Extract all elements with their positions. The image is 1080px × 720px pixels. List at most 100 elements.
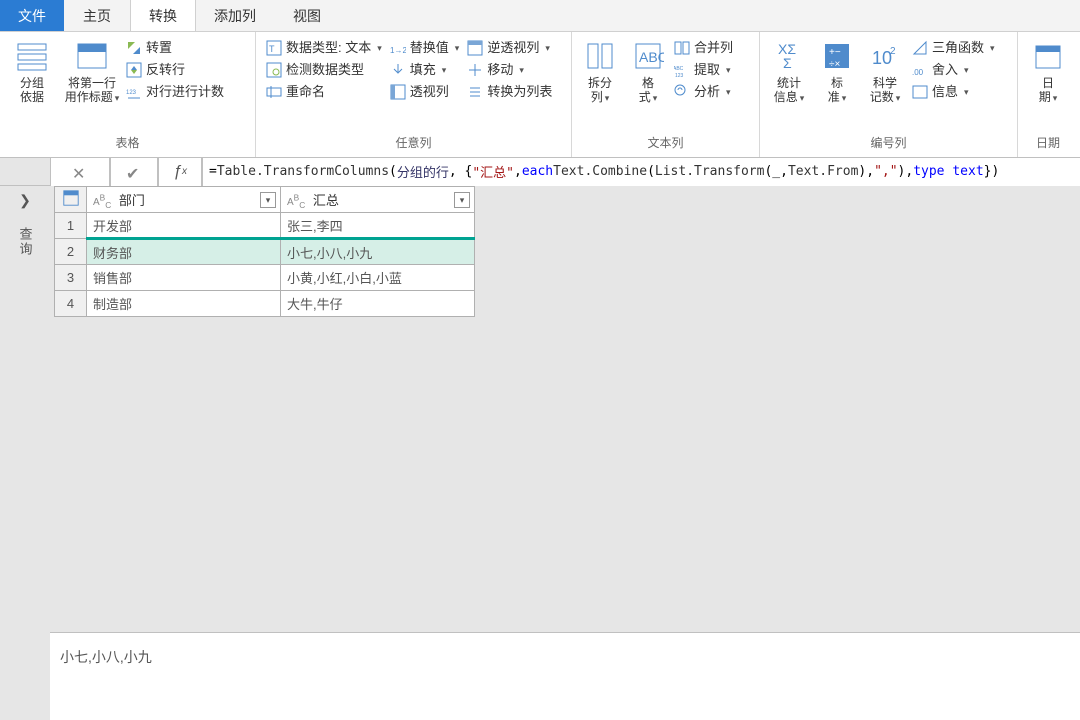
tolist-button[interactable]: 转换为列表 bbox=[467, 84, 552, 100]
row-header[interactable]: 2 bbox=[55, 239, 87, 265]
stats-button[interactable]: XΣΣ 统计 信息▾ bbox=[764, 34, 814, 105]
dropdown-icon: ▾ bbox=[990, 40, 995, 56]
splitcol-button[interactable]: 拆分 列▾ bbox=[576, 34, 624, 105]
row-header[interactable]: 4 bbox=[55, 291, 87, 317]
column-type-tag: ABC bbox=[287, 197, 305, 208]
queries-panel-collapsed[interactable]: ❯ 查询 bbox=[0, 186, 50, 720]
svg-text:.00: .00 bbox=[912, 68, 924, 77]
dropdown-icon: ▾ bbox=[1053, 93, 1058, 103]
rename-button[interactable]: 重命名 bbox=[266, 84, 382, 100]
cancel-icon[interactable]: ✕ bbox=[72, 164, 88, 180]
svg-text:ABC: ABC bbox=[674, 66, 684, 72]
group-anycol-label: 任意列 bbox=[260, 131, 567, 157]
pivot-button[interactable]: 透视列 bbox=[390, 84, 460, 100]
svg-text:1→2: 1→2 bbox=[390, 46, 406, 55]
select-all-corner[interactable] bbox=[55, 187, 87, 213]
format-button[interactable]: ABC 格 式▾ bbox=[624, 34, 672, 105]
svg-text:Σ: Σ bbox=[783, 55, 792, 71]
dropdown-icon: ▾ bbox=[519, 62, 524, 78]
datatype-button[interactable]: T数据类型: 文本▾ bbox=[266, 40, 382, 56]
dropdown-icon: ▾ bbox=[896, 93, 901, 103]
column-header-summary[interactable]: ABC 汇总 ▾ bbox=[281, 187, 475, 213]
unpivot-button[interactable]: 逆透视列▾ bbox=[467, 40, 552, 56]
cell[interactable]: 小七,小八,小九 bbox=[281, 239, 475, 265]
dropdown-icon: ▾ bbox=[800, 93, 805, 103]
dropdown-icon: ▾ bbox=[726, 62, 731, 78]
extract-icon: ABC123 bbox=[674, 62, 690, 78]
standard-button[interactable]: +−÷× 标 准▾ bbox=[814, 34, 860, 105]
standard-icon: +−÷× bbox=[821, 40, 853, 72]
group-table-label: 表格 bbox=[4, 131, 251, 157]
tab-file[interactable]: 文件 bbox=[0, 0, 65, 31]
svg-text:123: 123 bbox=[675, 73, 684, 78]
dropdown-icon: ▾ bbox=[442, 62, 447, 78]
row-header[interactable]: 1 bbox=[55, 213, 87, 239]
formula-bar: ✕ ✔ ƒx = Table.TransformColumns( 分组的行, {… bbox=[0, 158, 1080, 186]
transpose-icon bbox=[126, 40, 142, 56]
replacevalues-icon: 1→2 bbox=[390, 40, 406, 56]
transpose-button[interactable]: 转置 bbox=[126, 40, 224, 56]
confirm-icon[interactable]: ✔ bbox=[126, 164, 142, 180]
row-header[interactable]: 3 bbox=[55, 265, 87, 291]
cell[interactable]: 财务部 bbox=[87, 239, 281, 265]
countrows-button[interactable]: 123对行进行计数 bbox=[126, 84, 224, 100]
usefirstrow-icon bbox=[76, 40, 108, 72]
column-header-dept[interactable]: ABC 部门 ▾ bbox=[87, 187, 281, 213]
group-textcol-label: 文本列 bbox=[576, 131, 755, 157]
cell[interactable]: 销售部 bbox=[87, 265, 281, 291]
dropdown-icon: ▾ bbox=[653, 93, 658, 103]
format-icon: ABC bbox=[632, 40, 664, 72]
cell[interactable]: 小黄,小红,小白,小蓝 bbox=[281, 265, 475, 291]
mergecol-icon bbox=[674, 40, 690, 56]
extract-button[interactable]: ABC123提取▾ bbox=[674, 62, 733, 78]
trig-button[interactable]: 三角函数▾ bbox=[912, 40, 995, 56]
dropdown-icon: ▾ bbox=[115, 93, 120, 103]
trig-icon bbox=[912, 40, 928, 56]
cell[interactable]: 张三,李四 bbox=[281, 213, 475, 239]
svg-text:ABC: ABC bbox=[639, 49, 664, 65]
svg-text:+−: +− bbox=[829, 47, 841, 58]
tab-view[interactable]: 视图 bbox=[275, 0, 340, 31]
cell[interactable]: 开发部 bbox=[87, 213, 281, 239]
dropdown-icon: ▾ bbox=[545, 40, 550, 56]
scinot-button[interactable]: 102 科学 记数▾ bbox=[860, 34, 910, 105]
mergecol-button[interactable]: 合并列 bbox=[674, 40, 733, 56]
tab-addcolumn[interactable]: 添加列 bbox=[196, 0, 275, 31]
unpivot-icon bbox=[467, 40, 483, 56]
menu-tabstrip: 文件 主页 转换 添加列 视图 bbox=[0, 0, 1080, 32]
dropdown-icon: ▾ bbox=[964, 62, 969, 78]
cell[interactable]: 制造部 bbox=[87, 291, 281, 317]
value-preview: 小七,小八,小九 bbox=[50, 632, 1080, 720]
reverserows-button[interactable]: 反转行 bbox=[126, 62, 224, 78]
cell[interactable]: 大牛,牛仔 bbox=[281, 291, 475, 317]
svg-text:÷×: ÷× bbox=[829, 59, 840, 70]
replacevalues-button[interactable]: 1→2替换值▾ bbox=[390, 40, 460, 56]
reverserows-icon bbox=[126, 62, 142, 78]
dropdown-icon: ▾ bbox=[377, 40, 382, 56]
ribbon: 分组 依据 将第一行 用作标题▾ 转置 反转行 123对行进行计数 表格 bbox=[0, 32, 1080, 158]
date-button[interactable]: 日 期▾ bbox=[1022, 34, 1074, 105]
countrows-icon: 123 bbox=[126, 84, 142, 100]
scinot-icon: 102 bbox=[869, 40, 901, 72]
analyze-icon bbox=[674, 84, 690, 100]
filter-icon[interactable]: ▾ bbox=[260, 192, 276, 208]
tab-transform[interactable]: 转换 bbox=[130, 0, 196, 31]
tab-home[interactable]: 主页 bbox=[65, 0, 130, 31]
rounding-button[interactable]: .00舍入▾ bbox=[912, 62, 995, 78]
detecttype-button[interactable]: 检测数据类型 bbox=[266, 62, 382, 78]
rounding-icon: .00 bbox=[912, 62, 928, 78]
usefirstrow-button[interactable]: 将第一行 用作标题▾ bbox=[60, 34, 124, 105]
move-button[interactable]: 移动▾ bbox=[467, 62, 552, 78]
analyze-button[interactable]: 分析▾ bbox=[674, 84, 733, 100]
dropdown-icon: ▾ bbox=[455, 40, 460, 56]
dropdown-icon: ▾ bbox=[842, 93, 847, 103]
info-button[interactable]: 信息▾ bbox=[912, 84, 995, 100]
splitcol-icon bbox=[584, 40, 616, 72]
formula-input[interactable]: = Table.TransformColumns( 分组的行, { "汇总", … bbox=[202, 158, 1080, 186]
fill-button[interactable]: 填充▾ bbox=[390, 62, 460, 78]
groupby-icon bbox=[16, 40, 48, 72]
groupby-button[interactable]: 分组 依据 bbox=[4, 34, 60, 104]
date-icon bbox=[1032, 40, 1064, 72]
filter-icon[interactable]: ▾ bbox=[454, 192, 470, 208]
svg-text:2: 2 bbox=[890, 46, 896, 57]
